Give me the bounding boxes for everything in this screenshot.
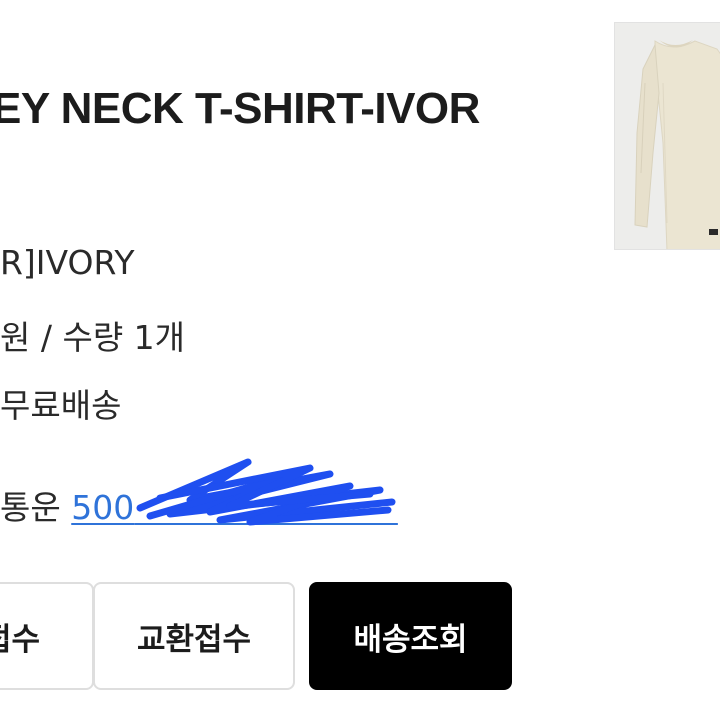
- price-quantity: 원 / 수량 1개: [0, 318, 186, 357]
- product-option: R]IVORY: [0, 243, 135, 282]
- courier-name: 통운: [0, 488, 61, 527]
- exchange-request-label: 교환접수: [136, 621, 252, 658]
- track-delivery-label: 배송조회: [353, 621, 468, 658]
- track-delivery-button[interactable]: 배송조회: [309, 582, 512, 690]
- product-thumbnail[interactable]: [614, 22, 720, 250]
- exchange-request-button[interactable]: 교환접수: [93, 582, 295, 690]
- order-detail-page: EY NECK T-SHIRT-IVOR R]IVORY 원 / 수량 1개 무…: [0, 0, 720, 720]
- redaction-strokes: [136, 458, 396, 526]
- product-title: EY NECK T-SHIRT-IVOR: [0, 84, 480, 133]
- return-request-label: 접수: [0, 621, 40, 658]
- shipping-fee: 무료배송: [0, 386, 122, 425]
- return-request-button[interactable]: 접수: [0, 582, 94, 690]
- ivory-tshirt-icon: [615, 23, 720, 249]
- tracking-number-visible: 500: [71, 488, 135, 527]
- redaction-scribble: [136, 458, 396, 526]
